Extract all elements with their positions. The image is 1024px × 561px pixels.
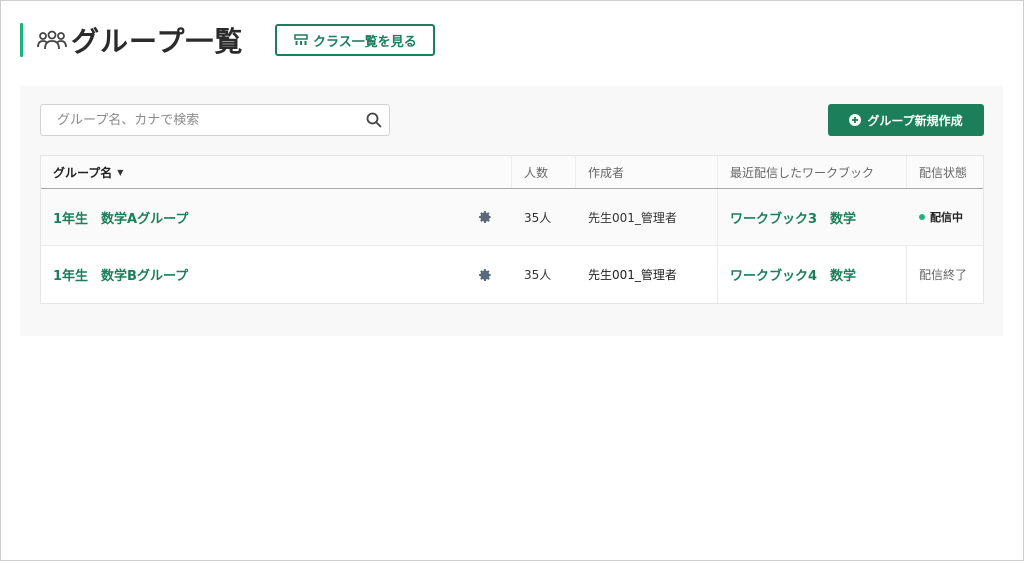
content-panel: グループ新規作成 グループ名 ▼ 人数 作成者 最近配信したワークブック 配信状… [20, 86, 1003, 336]
status-cell: 配信終了 [907, 246, 983, 303]
create-group-button[interactable]: グループ新規作成 [828, 104, 984, 136]
member-count: 35人 [524, 210, 552, 225]
column-header-creator: 作成者 [576, 156, 718, 188]
column-header-count: 人数 [512, 156, 576, 188]
search-box [40, 104, 390, 136]
class-icon [294, 34, 308, 45]
column-header-workbook: 最近配信したワークブック [718, 156, 907, 188]
status-badge: 配信中 [919, 209, 963, 225]
caret-down-icon: ▼ [117, 167, 124, 177]
status-label: 配信中 [930, 211, 963, 224]
plus-circle-icon [849, 114, 862, 126]
creator-name: 先生001_管理者 [576, 246, 718, 303]
column-header-label: 人数 [524, 165, 549, 180]
class-list-button[interactable]: クラス一覧を見る [275, 24, 436, 56]
column-header-label: 最近配信したワークブック [730, 165, 875, 180]
table-header: グループ名 ▼ 人数 作成者 最近配信したワークブック 配信状態 [41, 156, 983, 189]
workbook-cell: ワークブック4 数学 [718, 246, 907, 303]
workbook-link[interactable]: ワークブック3 数学 [730, 208, 856, 227]
group-cell: 1年生 数学Bグループ [41, 246, 512, 303]
creator-name: 先生001_管理者 [576, 189, 718, 245]
group-name-link[interactable]: 1年生 数学Aグループ [53, 208, 188, 227]
column-header-label: 配信状態 [919, 165, 968, 180]
column-header-group[interactable]: グループ名 ▼ [41, 156, 512, 188]
status-label: 配信終了 [919, 268, 968, 282]
group-name-link[interactable]: 1年生 数学Bグループ [53, 265, 188, 284]
group-table: グループ名 ▼ 人数 作成者 最近配信したワークブック 配信状態 1年生 数学A… [40, 155, 984, 304]
class-list-button-label: クラス一覧を見る [312, 34, 417, 50]
page-title: グループ一覧 [71, 25, 244, 58]
title-accent-bar [20, 23, 23, 57]
page-header: グループ一覧 クラス一覧を見る [20, 22, 436, 58]
gear-icon[interactable] [478, 268, 492, 282]
column-header-status: 配信状態 [907, 156, 983, 188]
gear-icon[interactable] [478, 210, 492, 224]
people-group-icon [37, 29, 67, 51]
status-dot-icon [919, 214, 925, 220]
status-cell: 配信中 [907, 189, 983, 245]
workbook-link[interactable]: ワークブック4 数学 [730, 265, 856, 284]
column-header-label: 作成者 [588, 165, 625, 180]
member-count: 35人 [524, 268, 552, 282]
group-cell: 1年生 数学Aグループ [41, 189, 512, 245]
column-header-label: グループ名 [53, 165, 113, 180]
table-row: 1年生 数学Bグループ 35人 先生001_管理者 ワークブック4 数学 配信終… [41, 246, 983, 303]
create-group-button-label: グループ新規作成 [867, 113, 963, 128]
workbook-cell: ワークブック3 数学 [718, 189, 907, 245]
search-icon[interactable] [359, 105, 389, 135]
search-input[interactable] [41, 112, 359, 128]
table-row: 1年生 数学Aグループ 35人 先生001_管理者 ワークブック3 数学 配信中 [41, 189, 983, 246]
